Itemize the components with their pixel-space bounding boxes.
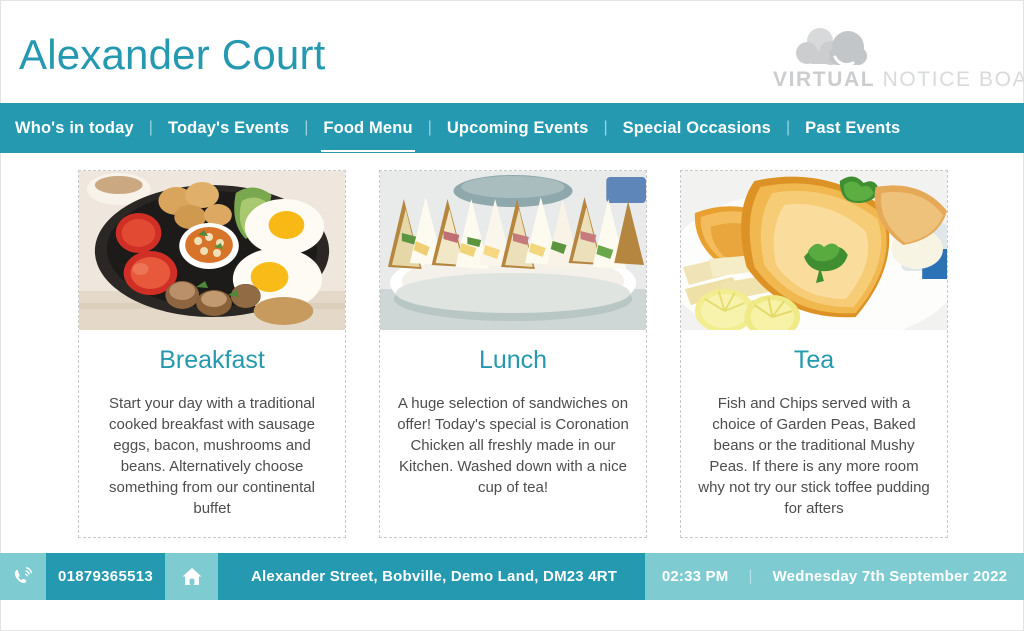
card-description-lunch: A huge selection of sandwiches on offer!… [397, 395, 629, 496]
nav-item-upcoming-events[interactable]: Upcoming Events [445, 120, 591, 137]
page-header: Alexander Court VIRTUAL NOTICE BOARD [0, 0, 1024, 103]
page-footer: 01879365513 Alexander Street, Bobville, … [0, 553, 1024, 600]
phone-ringing-icon [14, 566, 33, 583]
brand-logo: VIRTUAL NOTICE BOARD [773, 25, 1024, 95]
page-bottom-area [0, 600, 1024, 631]
nav-separator: | [148, 119, 153, 136]
footer-datetime-separator: | [748, 568, 753, 585]
tea-photo [681, 171, 947, 330]
nav-separator: | [304, 119, 309, 136]
nav-item-food-menu[interactable]: Food Menu [321, 120, 416, 152]
menu-card-tea: Tea Fish and Chips served with a choice … [680, 170, 948, 538]
footer-address: Alexander Street, Bobville, Demo Land, D… [218, 553, 645, 600]
card-title-tea: Tea [793, 346, 835, 374]
nav-separator: | [603, 119, 608, 136]
menu-card-lunch: Lunch A huge selection of sandwiches on … [379, 170, 647, 538]
main-content: Breakfast Start your day with a traditio… [0, 153, 1024, 553]
cloud-icon [796, 28, 867, 67]
main-navigation: Who's in today | Today's Events | Food M… [0, 103, 1024, 153]
footer-datetime: 02:33 PM | Wednesday 7th September 2022 [645, 553, 1024, 600]
breakfast-photo [79, 171, 345, 330]
footer-phone-number[interactable]: 01879365513 [46, 553, 165, 600]
nav-separator: | [427, 119, 432, 136]
home-icon [182, 567, 201, 585]
menu-card-list: Breakfast Start your day with a traditio… [78, 170, 948, 538]
page-title: Alexander Court [19, 31, 326, 78]
nav-item-whos-in-today[interactable]: Who's in today [13, 120, 136, 137]
footer-date: Wednesday 7th September 2022 [772, 568, 1008, 585]
footer-time: 02:33 PM [661, 568, 729, 585]
menu-card-breakfast: Breakfast Start your day with a traditio… [78, 170, 346, 538]
card-title-lunch: Lunch [478, 346, 548, 374]
home-icon-container [165, 553, 218, 600]
nav-separator: | [786, 119, 791, 136]
nav-item-past-events[interactable]: Past Events [803, 120, 902, 137]
nav-item-todays-events[interactable]: Today's Events [166, 120, 291, 137]
virtual-notice-board-page: Alexander Court VIRTUAL NOTICE BOARD Who… [0, 0, 1024, 631]
brand-word-notice-board: NOTICE BOARD [882, 68, 1024, 91]
nav-item-special-occasions[interactable]: Special Occasions [621, 120, 773, 137]
card-title-breakfast: Breakfast [159, 346, 265, 374]
brand-word-virtual: VIRTUAL [773, 68, 876, 91]
card-description-tea: Fish and Chips served with a choice of G… [698, 395, 930, 517]
card-description-breakfast: Start your day with a traditional cooked… [109, 395, 315, 517]
phone-icon-container [0, 553, 46, 600]
brand-wordmark: VIRTUAL NOTICE BOARD [773, 68, 1024, 91]
lunch-photo [380, 171, 646, 330]
